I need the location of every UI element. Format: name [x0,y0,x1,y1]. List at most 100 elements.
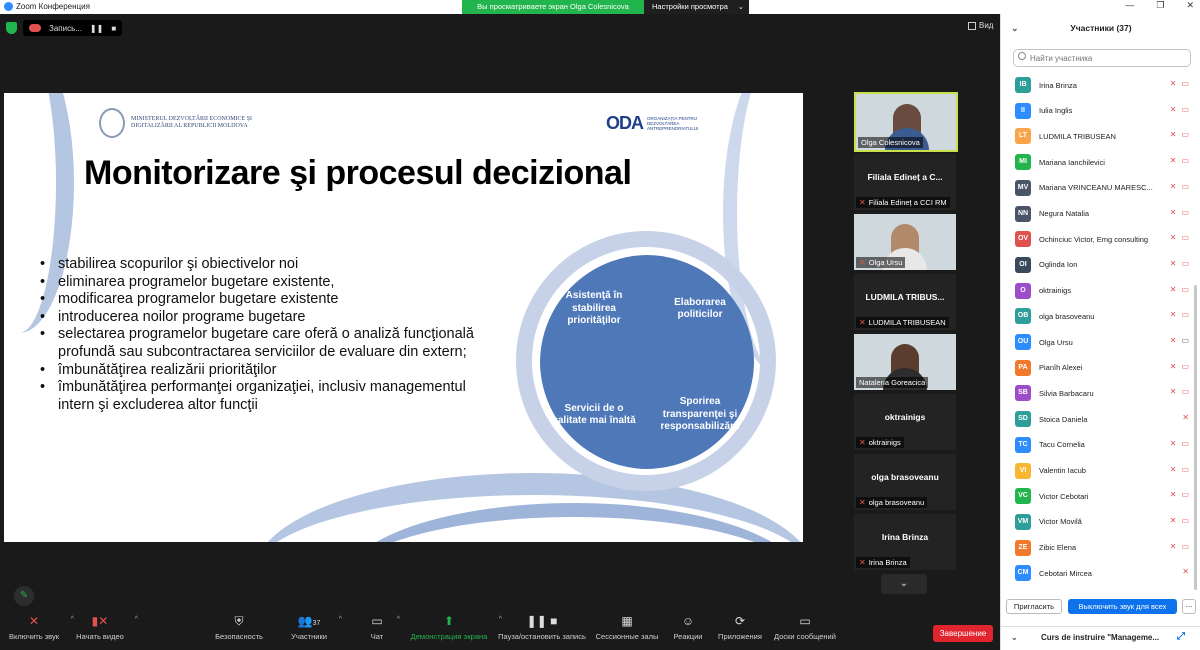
bullet-item: eliminarea programelor bugetare existent… [40,274,500,292]
participant-row[interactable]: TC Tacu Cornelia ✕ ▭ [1015,436,1191,454]
mic-muted-icon: ✕ [859,438,866,447]
participant-row[interactable]: VC Victor Cebotari ✕ ▭ [1015,487,1191,505]
participant-row[interactable]: VI Valentin Iacub ✕ ▭ [1015,462,1191,480]
pause-stop-label: Пауза/остановить запись [498,632,586,641]
unmute-label: Включить звук [8,632,60,641]
video-tile[interactable]: Irina Brinza ✕ Irina Brinza [854,514,956,570]
share-screen-button[interactable]: ⬆ Демонстрация экрана ^ [408,614,502,641]
participants-options-caret[interactable]: ^ [339,616,342,623]
mic-muted-icon: ✕ [1169,79,1177,88]
video-tile-big-name: Irina Brinza [881,532,929,542]
video-options-caret[interactable]: ^ [135,616,138,623]
video-on-icon: ▭ [1181,336,1189,345]
participant-row[interactable]: II Iulia Inglis ✕ ▭ [1015,102,1191,120]
video-tile[interactable]: Olga Colesnicova [854,92,958,152]
video-tile[interactable]: olga brasoveanu ✕ olga brasoveanu [854,454,956,510]
participant-row[interactable]: OU Olga Ursu ✕ ▭ [1015,333,1191,351]
participant-avatar: OI [1015,256,1031,273]
participant-row[interactable]: SB Silvia Barbacaru ✕ ▭ [1015,384,1191,402]
screen-share-banner: Вы просматриваете экран Olga Colesnicova [462,0,644,14]
mic-muted-icon: ✕ [859,558,866,567]
participant-avatar: NN [1015,205,1031,222]
participant-status-icons: ✕ ▭ [1170,542,1189,551]
mute-all-button[interactable]: Выключить звук для всех [1068,599,1177,614]
unmute-button[interactable]: ✕ Включить звук ^ [6,614,74,641]
video-off-icon: ▮✕ [91,614,109,628]
pause-stop-recording-button[interactable]: ❚❚ ■ Пауза/остановить запись [496,614,588,641]
maximize-button[interactable]: ❐ [1156,0,1164,11]
stop-recording-button[interactable]: ■ [111,24,116,33]
video-tile[interactable]: Natalena Goreacica [854,334,956,390]
participant-row[interactable]: LT LUDMILA TRIBUSEAN ✕ ▭ [1015,127,1191,145]
video-strip-scroll-down-button[interactable]: ⌄ [881,574,927,594]
encryption-shield-icon[interactable] [6,22,17,34]
video-off-icon: ▭ [1181,181,1189,191]
pause-recording-button[interactable]: ❚❚ [90,24,103,33]
participant-row[interactable]: NN Negura Natalia ✕ ▭ [1015,205,1191,223]
participant-name: Irina Brinza [1039,80,1077,90]
security-button[interactable]: ⛨ Безопасность [213,614,265,641]
participant-row[interactable]: CM Cebotari Mircea ✕ [1015,564,1191,582]
collapse-panel-icon[interactable]: ⌄ [1011,14,1019,42]
panel-footer: Пригласить Выключить звук для всех ... [1001,598,1200,618]
shared-slide: MINISTERUL DEZVOLTĂRII ECONOMICE ȘI DIGI… [4,93,803,542]
participant-row[interactable]: OI Oglinda Ion ✕ ▭ [1015,256,1191,274]
participant-row[interactable]: Ooktrainigs ✕ ▭ [1015,282,1191,300]
apps-button[interactable]: ⟳ Приложения [716,614,764,641]
annotate-pencil-icon[interactable]: ✎ [14,586,34,606]
participant-row[interactable]: MV Mariana VRINCEANU MARESC... ✕ ▭ [1015,179,1191,197]
participant-name: Oglinda Ion [1039,260,1078,270]
minimize-button[interactable]: — [1125,0,1134,11]
chevron-down-icon[interactable]: ⌄ [1011,633,1018,642]
oda-logo-subtitle: ORGANIZAȚIA PENTRU DEZVOLTAREA ANTREPREN… [647,116,699,131]
end-meeting-button[interactable]: Завершение [933,625,993,642]
view-settings-button[interactable]: Настройки просмотра ⌄ [644,0,749,14]
video-off-icon: ▭ [1181,464,1189,474]
participant-row[interactable]: PA Pianîh Alexei ✕ ▭ [1015,359,1191,377]
invite-button[interactable]: Пригласить [1006,599,1062,614]
video-off-icon: ▭ [1181,130,1189,140]
participant-row[interactable]: OV Ochinciuc Victor, Emg consulting ✕ ▭ [1015,230,1191,248]
participant-list-scrollbar[interactable] [1194,285,1197,590]
chat-options-caret[interactable]: ^ [397,616,400,623]
popout-chat-icon[interactable]: ⤢ [1177,631,1185,642]
video-tile[interactable]: LUDMILA TRIBUS... ✕ LUDMILA TRIBUSEAN [854,274,956,330]
start-video-button[interactable]: ▮✕ Начать видео ^ [74,614,138,641]
video-tile[interactable]: ✕ Olga Ursu [854,214,956,270]
participant-name: Mariana VRINCEANU MARESC... [1039,183,1153,193]
participants-panel: ⌄ Участники (37) IBIrina Brinza✕▭IIIulia… [1000,14,1200,650]
video-tile[interactable]: Filiala Edineț a C... ✕ Filiala Edineț a… [854,154,956,210]
video-tile-big-name: oktrainigs [884,412,926,422]
participant-status-icons: ✕ ▭ [1170,439,1189,448]
chat-panel-header[interactable]: ⌄ Curs de instruire "Manageme... ⤢ [1001,626,1200,650]
participant-row[interactable]: VM Victor Movilă ✕ ▭ [1015,513,1191,531]
participant-status-icons: ✕ ▭ [1170,285,1189,294]
security-label: Безопасность [215,632,263,641]
breakout-rooms-button[interactable]: ▦ Сессионные залы [594,614,660,641]
mic-muted-icon: ✕ [1169,515,1177,525]
video-tile-label: ✕ LUDMILA TRIBUSEAN [856,317,949,328]
participant-row[interactable]: ZE Zibic Elena ✕ ▭ [1015,539,1191,557]
video-off-icon: ▭ [1181,156,1189,166]
chat-button[interactable]: ▭ Чат ^ [366,614,400,641]
participants-button[interactable]: 👥37 Участники ^ [288,614,342,641]
reactions-button[interactable]: ☺ Реакции [672,614,704,641]
participants-icon: 👥37 [297,614,321,628]
participant-avatar: ZE [1015,539,1031,556]
chat-label: Чат [370,632,384,641]
participant-search-input[interactable] [1013,49,1191,67]
participant-status-icons: ✕ ▭ [1170,336,1189,345]
more-options-button[interactable]: ... [1182,599,1196,614]
close-button[interactable]: ✕ [1186,0,1194,11]
zoom-logo-icon [4,2,13,11]
mic-muted-icon: ✕ [859,258,866,267]
view-button[interactable]: Вид [968,21,993,30]
whiteboards-button[interactable]: ▭ Доски сообщений [772,614,838,641]
whiteboards-label: Доски сообщений [774,632,836,641]
participant-row[interactable]: OB olga brasoveanu ✕ ▭ [1015,307,1191,325]
video-tile[interactable]: oktrainigs ✕ oktrainigs [854,394,956,450]
participant-row[interactable]: SD Stoica Daniela ✕ [1015,410,1191,428]
participant-row[interactable]: IB Irina Brinza ✕ ▭ [1015,76,1191,94]
chevron-down-icon: ⌄ [737,2,744,11]
participant-row[interactable]: MI Mariana Ianchilevici ✕ ▭ [1015,153,1191,171]
